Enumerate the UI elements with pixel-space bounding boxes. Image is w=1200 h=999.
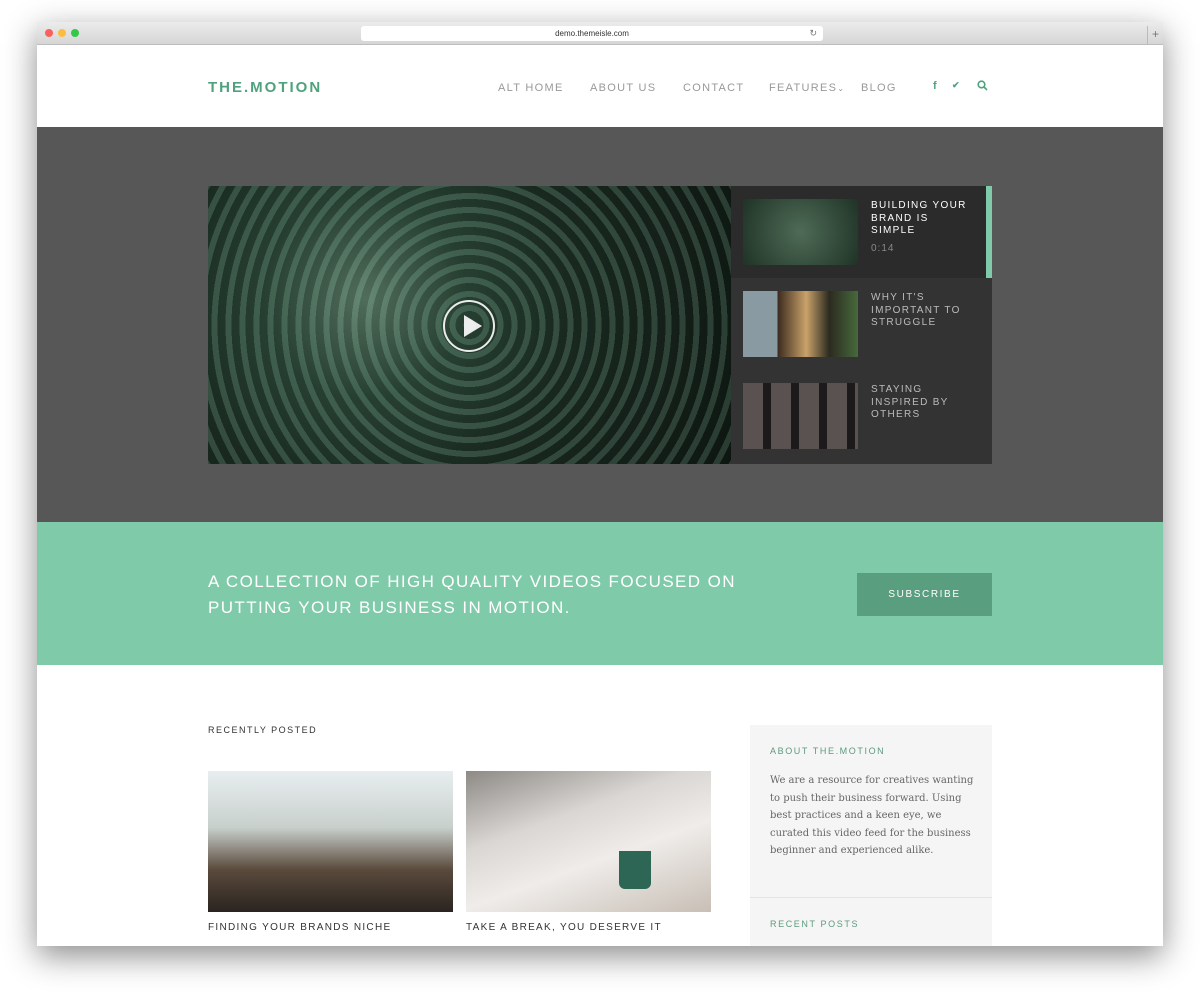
subscribe-band: A COLLECTION OF HIGH QUALITY VIDEOS FOCU… bbox=[37, 522, 1163, 665]
divider bbox=[750, 897, 992, 898]
hero-section: BUILDING YOUR BRAND IS SIMPLE 0:14 WHY I… bbox=[37, 127, 1163, 522]
video-player[interactable] bbox=[208, 186, 731, 464]
reload-icon[interactable]: ↻ bbox=[809, 26, 817, 41]
playlist-item[interactable]: BUILDING YOUR BRAND IS SIMPLE 0:14 bbox=[731, 186, 992, 278]
play-icon[interactable] bbox=[443, 300, 495, 352]
nav-contact[interactable]: CONTACT bbox=[683, 82, 744, 94]
post-image-cafe[interactable] bbox=[208, 771, 453, 912]
post-card[interactable]: TAKE A BREAK, YOU DESERVE IT bbox=[466, 771, 711, 933]
post-title[interactable]: FINDING YOUR BRANDS NICHE bbox=[208, 922, 453, 933]
url-text: demo.themeisle.com bbox=[555, 29, 629, 38]
post-image-coffee[interactable] bbox=[466, 771, 711, 912]
about-text: We are a resource for creatives wanting … bbox=[770, 775, 974, 857]
chevron-down-icon: ⌄ bbox=[837, 84, 846, 93]
site-logo[interactable]: THE.MOTION bbox=[208, 79, 322, 96]
address-bar[interactable]: demo.themeisle.com ↻ bbox=[361, 26, 823, 41]
nav-features-label: FEATURES bbox=[769, 82, 838, 94]
playlist-item[interactable]: WHY IT'S IMPORTANT TO STRUGGLE bbox=[731, 278, 992, 370]
search-icon[interactable] bbox=[977, 80, 988, 94]
browser-window: demo.themeisle.com ↻ + THE.MOTION ALT HOM… bbox=[37, 22, 1163, 946]
post-card[interactable]: FINDING YOUR BRANDS NICHE bbox=[208, 771, 453, 933]
playlist-item-title: STAYING INSPIRED BY OTHERS bbox=[871, 384, 949, 420]
playlist-item-title: BUILDING YOUR BRAND IS SIMPLE bbox=[871, 200, 967, 236]
mug-shape bbox=[619, 851, 651, 889]
browser-titlebar: demo.themeisle.com ↻ + bbox=[37, 22, 1163, 45]
thumbnail-boardwalk bbox=[743, 383, 858, 449]
nav-about-us[interactable]: ABOUT US bbox=[590, 82, 656, 94]
close-window-button[interactable] bbox=[45, 29, 53, 37]
thumbnail-breakfast bbox=[743, 291, 858, 357]
new-tab-button[interactable]: + bbox=[1147, 26, 1163, 44]
maximize-window-button[interactable] bbox=[71, 29, 79, 37]
tagline: A COLLECTION OF HIGH QUALITY VIDEOS FOCU… bbox=[208, 572, 736, 617]
about-heading: ABOUT THE.MOTION bbox=[770, 746, 886, 756]
post-title[interactable]: TAKE A BREAK, YOU DESERVE IT bbox=[466, 922, 711, 933]
thumbnail-succulents bbox=[743, 199, 858, 265]
active-indicator bbox=[986, 186, 992, 278]
nav-features[interactable]: FEATURES⌄ bbox=[769, 82, 845, 94]
recent-posts-heading: RECENT POSTS bbox=[770, 919, 860, 929]
playlist-item-duration: 0:14 bbox=[871, 243, 895, 254]
nav-alt-home[interactable]: ALT HOME bbox=[498, 82, 564, 94]
subscribe-button[interactable]: SUBSCRIBE bbox=[857, 573, 992, 616]
recently-posted-heading: RECENTLY POSTED bbox=[208, 725, 318, 735]
facebook-icon[interactable]: f bbox=[933, 80, 937, 92]
site-header: THE.MOTION ALT HOME ABOUT US CONTACT FEA… bbox=[37, 45, 1163, 127]
twitter-icon[interactable]: ✔ bbox=[952, 80, 960, 91]
video-playlist: BUILDING YOUR BRAND IS SIMPLE 0:14 WHY I… bbox=[731, 186, 992, 464]
nav-blog[interactable]: BLOG bbox=[861, 82, 897, 94]
minimize-window-button[interactable] bbox=[58, 29, 66, 37]
playlist-item[interactable]: STAYING INSPIRED BY OTHERS bbox=[731, 370, 992, 462]
playlist-item-title: WHY IT'S IMPORTANT TO STRUGGLE bbox=[871, 292, 961, 328]
sidebar: ABOUT THE.MOTION We are a resource for c… bbox=[750, 725, 992, 946]
